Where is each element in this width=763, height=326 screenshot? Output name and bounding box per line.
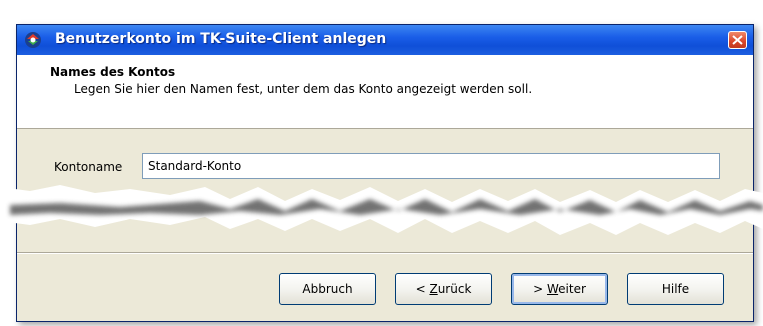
- kontoname-label: Kontoname: [54, 160, 123, 174]
- next-button[interactable]: > Weiter: [511, 273, 608, 305]
- back-mnemonic: Z: [429, 282, 438, 296]
- back-prefix: <: [415, 282, 430, 296]
- header-description: Legen Sie hier den Namen fest, unter dem…: [74, 82, 533, 96]
- help-button[interactable]: Hilfe: [627, 273, 724, 305]
- window-title: Benutzerkonto im TK-Suite-Client anlegen: [55, 31, 387, 47]
- back-button[interactable]: < Zurück: [395, 273, 492, 305]
- close-icon: [732, 35, 743, 45]
- next-mnemonic: W: [546, 282, 559, 296]
- cancel-button[interactable]: Abbruch: [279, 273, 376, 305]
- header-title: Names des Kontos: [50, 65, 176, 79]
- dialog-window: Benutzerkonto im TK-Suite-Client anlegen…: [16, 24, 754, 322]
- next-prefix: >: [533, 282, 547, 296]
- close-button[interactable]: [728, 31, 747, 49]
- back-rest: urück: [437, 282, 472, 296]
- app-icon: [23, 30, 43, 50]
- next-rest: eiter: [558, 282, 586, 296]
- button-separator: [17, 252, 753, 254]
- title-bar[interactable]: Benutzerkonto im TK-Suite-Client anlegen: [17, 25, 753, 55]
- wizard-header: Names des Kontos Legen Sie hier den Name…: [17, 55, 753, 129]
- torn-edge-divider: [0, 185, 763, 235]
